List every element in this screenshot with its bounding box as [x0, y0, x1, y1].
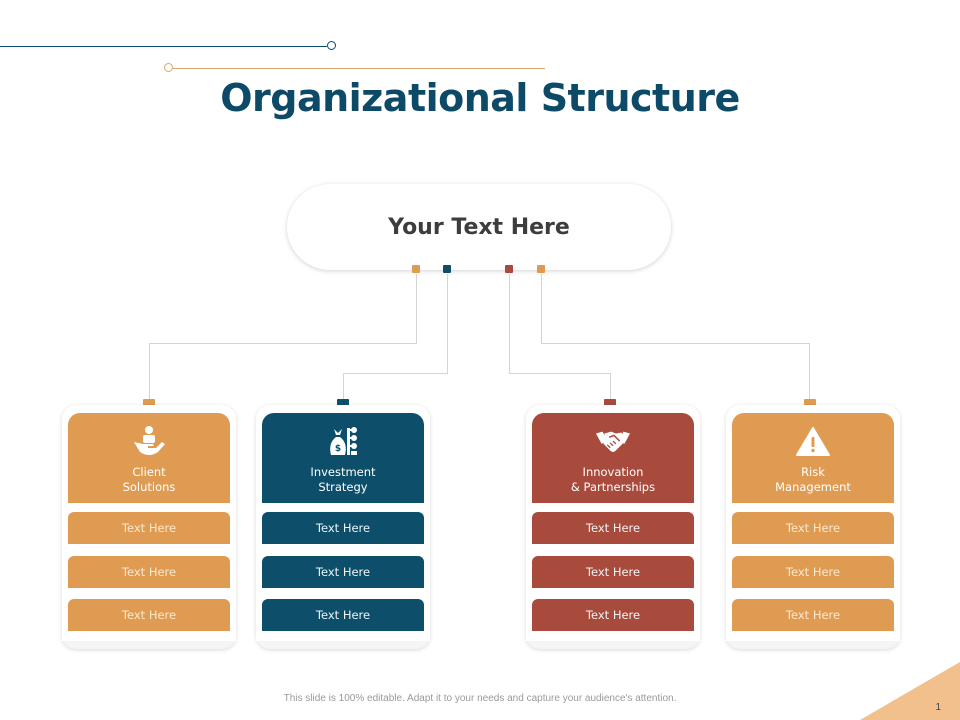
branch-item[interactable]: Text Here — [68, 512, 230, 544]
branch-item[interactable]: Text Here — [68, 599, 230, 631]
connector-node — [412, 265, 420, 273]
root-node[interactable]: Your Text Here — [287, 184, 671, 270]
connector — [416, 274, 417, 344]
connector — [541, 274, 542, 344]
branch-label: Risk Management — [775, 465, 851, 494]
branch-header: Client Solutions — [68, 413, 230, 503]
decorative-dot-dark — [327, 41, 336, 50]
connector-node — [443, 265, 451, 273]
svg-text:$: $ — [335, 444, 341, 454]
branch-label: Client Solutions — [122, 465, 176, 494]
slide-title: Organizational Structure — [220, 76, 740, 120]
money-bag-hierarchy-icon: $ — [325, 425, 361, 459]
branch-item[interactable]: Text Here — [732, 512, 894, 544]
page-number: 1 — [935, 702, 941, 713]
branch-card-innovation-partnerships[interactable]: Innovation & Partnerships Text Here Text… — [526, 405, 700, 649]
decorative-line-gold — [173, 68, 545, 69]
footer-note: This slide is 100% editable. Adapt it to… — [283, 693, 677, 704]
connector — [149, 343, 150, 400]
root-node-label: Your Text Here — [388, 214, 570, 240]
branch-card-investment-strategy[interactable]: $ Investment Strategy Text Here Text Her… — [256, 405, 430, 649]
branch-item[interactable]: Text Here — [732, 599, 894, 631]
branch-item[interactable]: Text Here — [262, 599, 424, 631]
branch-label: Investment Strategy — [310, 465, 376, 494]
connector — [343, 373, 448, 374]
branch-item[interactable]: Text Here — [532, 556, 694, 588]
branch-item[interactable]: Text Here — [732, 556, 894, 588]
connector — [610, 373, 611, 400]
corner-decoration — [860, 662, 960, 720]
branch-item[interactable]: Text Here — [262, 556, 424, 588]
connector — [509, 274, 510, 373]
branch-header: Innovation & Partnerships — [532, 413, 694, 503]
connector — [149, 343, 417, 344]
branch-header: $ Investment Strategy — [262, 413, 424, 503]
branch-item[interactable]: Text Here — [262, 512, 424, 544]
connector — [809, 343, 810, 400]
connector — [447, 274, 448, 373]
decorative-dot-gold — [164, 63, 173, 72]
branch-item[interactable]: Text Here — [532, 512, 694, 544]
hand-holding-user-icon — [131, 425, 167, 459]
branch-label: Innovation & Partnerships — [570, 465, 656, 494]
branch-card-risk-management[interactable]: Risk Management Text Here Text Here Text… — [726, 405, 900, 649]
connector-node — [505, 265, 513, 273]
handshake-icon — [595, 425, 631, 459]
branch-item[interactable]: Text Here — [68, 556, 230, 588]
decorative-line-dark — [0, 46, 327, 47]
branch-card-client-solutions[interactable]: Client Solutions Text Here Text Here Tex… — [62, 405, 236, 649]
warning-triangle-icon — [795, 425, 831, 459]
connector — [541, 343, 810, 344]
connector-node — [537, 265, 545, 273]
branch-header: Risk Management — [732, 413, 894, 503]
connector — [343, 373, 344, 400]
branch-item[interactable]: Text Here — [532, 599, 694, 631]
connector — [509, 373, 610, 374]
